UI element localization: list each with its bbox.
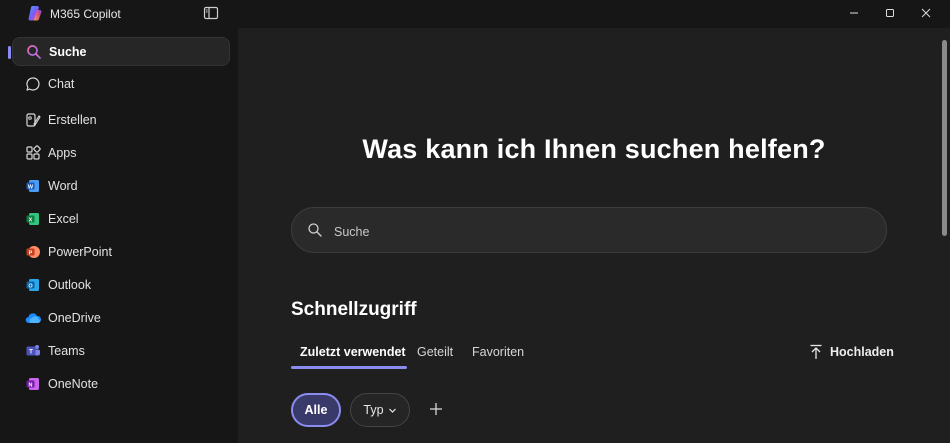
window-title-strip bbox=[238, 0, 950, 28]
active-tab-underline bbox=[291, 366, 407, 369]
sidebar-item-label: Suche bbox=[49, 45, 87, 59]
svg-text:W: W bbox=[28, 184, 34, 190]
add-filter-button[interactable] bbox=[426, 399, 446, 419]
maximize-button[interactable] bbox=[882, 6, 898, 20]
sidebar-toggle-icon[interactable] bbox=[203, 5, 219, 21]
powerpoint-icon: P bbox=[26, 246, 40, 258]
sidebar-item-label: OneNote bbox=[48, 377, 99, 391]
sidebar: M365 Copilot Suche Chat Erstellen Apps W… bbox=[0, 0, 238, 443]
apps-icon bbox=[26, 145, 41, 160]
upload-icon bbox=[810, 344, 822, 359]
sidebar-item-label: Apps bbox=[48, 146, 77, 160]
maximize-icon bbox=[886, 9, 894, 17]
quick-access-title: Schnellzugriff bbox=[291, 299, 417, 320]
sidebar-item-label: PowerPoint bbox=[48, 245, 112, 259]
search-box[interactable] bbox=[291, 207, 887, 253]
svg-text:T: T bbox=[29, 350, 33, 356]
create-icon bbox=[26, 113, 41, 127]
sidebar-item-teams[interactable]: T Teams bbox=[12, 337, 230, 366]
close-icon bbox=[921, 8, 931, 18]
sidebar-item-powerpoint[interactable]: P PowerPoint bbox=[12, 238, 230, 267]
sidebar-item-label: Teams bbox=[48, 344, 85, 358]
chevron-down-icon bbox=[388, 408, 396, 413]
svg-text:O: O bbox=[28, 283, 33, 289]
filter-all-chip[interactable]: Alle bbox=[291, 393, 341, 427]
sidebar-item-label: Erstellen bbox=[48, 113, 97, 127]
sidebar-item-label: Excel bbox=[48, 212, 79, 226]
onedrive-icon bbox=[25, 313, 41, 324]
filter-type-label: Typ bbox=[363, 403, 384, 417]
minimize-button[interactable] bbox=[846, 6, 862, 20]
sidebar-item-suche[interactable]: Suche bbox=[8, 37, 230, 66]
plus-icon bbox=[430, 403, 442, 415]
search-icon bbox=[308, 223, 322, 237]
copilot-logo-icon bbox=[28, 5, 42, 21]
teams-icon: T bbox=[26, 345, 40, 356]
upload-button[interactable]: Hochladen bbox=[809, 343, 894, 361]
minimize-icon bbox=[850, 12, 858, 14]
search-input[interactable] bbox=[332, 221, 856, 243]
page-heading: Was kann ich Ihnen suchen helfen? bbox=[362, 134, 826, 164]
excel-icon: X bbox=[26, 213, 39, 225]
filter-all-label: Alle bbox=[304, 403, 328, 417]
active-indicator bbox=[8, 46, 11, 59]
sidebar-item-onenote[interactable]: N OneNote bbox=[12, 370, 230, 399]
sidebar-item-apps[interactable]: Apps bbox=[12, 139, 230, 168]
filter-type-dropdown[interactable]: Typ bbox=[350, 393, 410, 427]
close-button[interactable] bbox=[918, 6, 934, 20]
upload-label: Hochladen bbox=[830, 345, 894, 359]
onenote-icon: N bbox=[26, 378, 39, 390]
sidebar-item-onedrive[interactable]: OneDrive bbox=[12, 304, 230, 333]
sidebar-item-label: OneDrive bbox=[48, 311, 101, 325]
svg-text:X: X bbox=[29, 217, 33, 223]
sidebar-item-excel[interactable]: X Excel bbox=[12, 205, 230, 234]
sidebar-item-label: Chat bbox=[48, 77, 75, 91]
chat-icon bbox=[26, 77, 40, 91]
word-icon: W bbox=[26, 180, 39, 192]
sidebar-item-label: Outlook bbox=[48, 278, 92, 292]
scrollbar-thumb[interactable] bbox=[942, 40, 947, 236]
app-title: M365 Copilot bbox=[50, 7, 121, 21]
tab-favorites[interactable]: Favoriten bbox=[472, 345, 524, 359]
svg-text:P: P bbox=[29, 250, 33, 256]
search-icon bbox=[27, 45, 41, 59]
title-bar: M365 Copilot bbox=[0, 0, 238, 28]
sidebar-item-label: Word bbox=[48, 179, 78, 193]
sidebar-item-outlook[interactable]: O Outlook bbox=[12, 271, 230, 300]
outlook-icon: O bbox=[26, 279, 39, 291]
tab-shared[interactable]: Geteilt bbox=[417, 345, 453, 359]
sidebar-item-chat[interactable]: Chat bbox=[12, 70, 230, 99]
sidebar-item-word[interactable]: W Word bbox=[12, 172, 230, 201]
svg-text:N: N bbox=[29, 382, 33, 388]
sidebar-item-erstellen[interactable]: Erstellen bbox=[12, 106, 230, 135]
tab-recent[interactable]: Zuletzt verwendet bbox=[300, 345, 406, 359]
